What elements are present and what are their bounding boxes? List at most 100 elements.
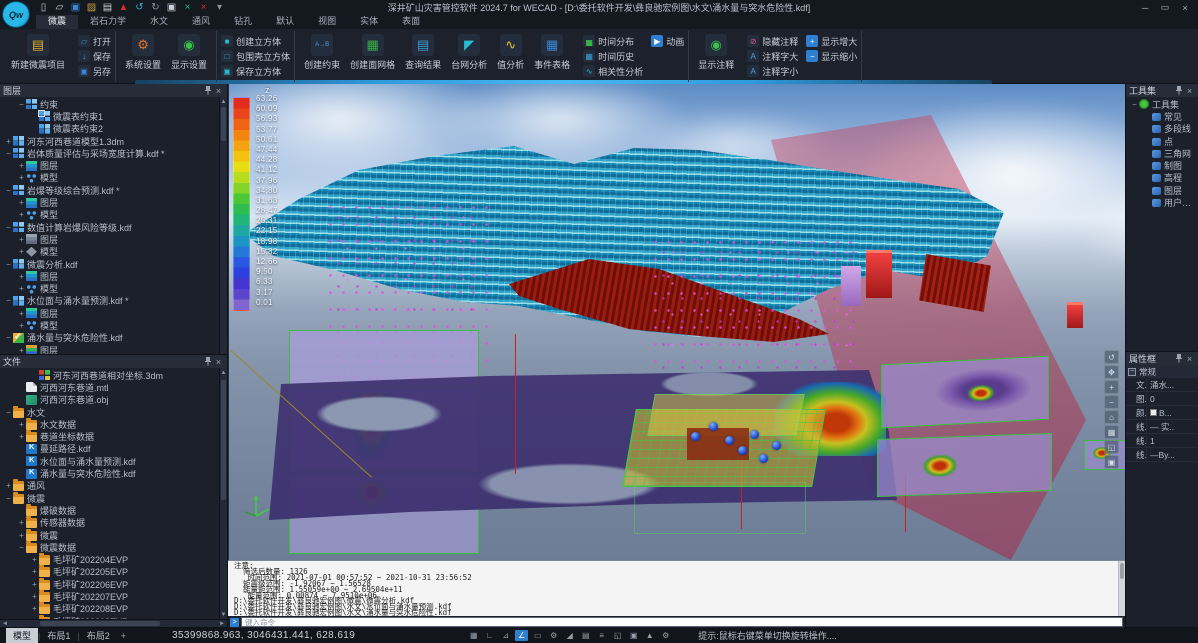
close-icon[interactable]: × xyxy=(213,356,224,367)
collapse-toggle[interactable]: − xyxy=(17,100,26,109)
expand-toggle[interactable]: + xyxy=(17,173,26,182)
close-icon[interactable]: × xyxy=(1184,85,1195,96)
zoom-extents-icon[interactable]: − xyxy=(1104,395,1119,409)
pin-icon[interactable] xyxy=(202,356,213,367)
close-icon[interactable]: × xyxy=(213,85,224,96)
expand-toggle[interactable]: + xyxy=(17,210,26,219)
layers-tree-item[interactable]: 微震表约束1 xyxy=(0,110,227,122)
properties-group-header[interactable]: − 常规 xyxy=(1126,365,1198,378)
scroll-right-icon[interactable]: ► xyxy=(217,621,227,627)
orbit-icon[interactable]: ↺ xyxy=(1104,350,1119,364)
expand-toggle[interactable]: + xyxy=(17,161,26,170)
expand-toggle[interactable]: + xyxy=(30,555,39,564)
collapse-toggle[interactable]: − xyxy=(1128,368,1136,376)
scroll-up-icon[interactable]: ▲ xyxy=(220,97,227,106)
scroll-up-icon[interactable]: ▲ xyxy=(220,368,227,377)
layers-tree-item[interactable]: 微震表约束2 xyxy=(0,123,227,135)
layers-tree-item[interactable]: +模型 xyxy=(0,282,227,294)
viewport-3d[interactable]: z 63.2660.0956.9353.7750.6147.4444.2841.… xyxy=(228,84,1125,560)
collapse-toggle[interactable]: − xyxy=(4,333,13,342)
ribbon-button-font-smaller[interactable]: A注释字小 xyxy=(747,64,798,78)
ribbon-button-show-annotation[interactable]: ◉显示注释 xyxy=(693,32,739,73)
ribbon-button-font-larger[interactable]: A注释字大 xyxy=(747,49,798,63)
add-layout-button[interactable]: + xyxy=(121,631,126,641)
close-icon[interactable]: × xyxy=(1184,353,1195,364)
ucs-icon[interactable]: ◢ xyxy=(563,630,576,641)
expand-toggle[interactable]: + xyxy=(17,531,26,540)
tab-表面[interactable]: 表面 xyxy=(390,13,432,29)
expand-toggle[interactable]: + xyxy=(17,518,26,527)
files-tree-item[interactable]: +水文数据 xyxy=(0,418,227,430)
grid-view-icon[interactable]: ▦ xyxy=(1104,425,1119,439)
ribbon-button-time-distribution[interactable]: ▅时间分布 xyxy=(583,34,643,48)
ribbon-button-open-folder[interactable]: ▱打开 xyxy=(78,34,111,48)
viewport-icon[interactable]: ▣ xyxy=(164,1,179,14)
scroll-left-icon[interactable]: ◄ xyxy=(0,621,10,627)
collapse-toggle[interactable]: − xyxy=(4,260,13,269)
pin-icon[interactable] xyxy=(1173,85,1184,96)
ribbon-button-cube-bound[interactable]: □包围壳立方体 xyxy=(221,49,290,63)
collapse-toggle[interactable]: − xyxy=(17,543,26,552)
home-view-icon[interactable]: ⌂ xyxy=(1104,410,1119,424)
layers-tree-item[interactable]: +图层 xyxy=(0,233,227,245)
files-hscrollbar[interactable]: ◄ ► xyxy=(0,619,227,627)
property-row[interactable]: 线...1 xyxy=(1126,434,1198,448)
lineweight-icon[interactable]: ≡ xyxy=(595,630,608,641)
files-scrollbar[interactable]: ▲ ▼ xyxy=(219,368,227,619)
ortho-icon[interactable]: ⊿ xyxy=(499,630,512,641)
ribbon-button-system-settings[interactable]: ⚙系统设置 xyxy=(120,32,166,73)
osnap-icon[interactable]: ▭ xyxy=(531,630,544,641)
ribbon-button-animation[interactable]: ▶动画 xyxy=(651,34,684,48)
files-tree-item[interactable]: 涌水量与突水危险性.kdf xyxy=(0,467,227,479)
section-icon[interactable]: ◱ xyxy=(1104,440,1119,454)
ribbon-button-display-enlarge[interactable]: +显示增大 xyxy=(806,34,857,48)
toolset-tree-item[interactable]: 三角网 xyxy=(1126,147,1198,159)
collapse-toggle[interactable]: − xyxy=(4,494,13,503)
expand-toggle[interactable]: + xyxy=(17,272,26,281)
layers-tree-item[interactable]: +图层 xyxy=(0,270,227,282)
expand-toggle[interactable]: + xyxy=(17,309,26,318)
pan-icon[interactable]: ✥ xyxy=(1104,365,1119,379)
toolset-tree-item[interactable]: 制图 xyxy=(1126,159,1198,171)
files-tree-item[interactable]: 蔓延路径.kdf xyxy=(0,443,227,455)
toolset-tree-item[interactable]: 点 xyxy=(1126,135,1198,147)
close-button[interactable]: × xyxy=(1176,2,1194,14)
ribbon-button-save-down[interactable]: ↓保存 xyxy=(78,49,111,63)
layers-tree-item[interactable]: +图层 xyxy=(0,307,227,319)
layers-scrollbar[interactable]: ▲ xyxy=(219,97,227,354)
files-tree-item[interactable]: 爆破数据 xyxy=(0,504,227,516)
tab-通风[interactable]: 通风 xyxy=(180,13,222,29)
layers-tree-item[interactable]: +河东河西巷道模型1.3dm xyxy=(0,135,227,147)
layout-tab-模型[interactable]: 模型 xyxy=(6,628,38,643)
minimize-button[interactable]: ─ xyxy=(1136,2,1154,14)
layers-tree-item[interactable]: +模型 xyxy=(0,319,227,331)
fullscreen-icon[interactable]: ▣ xyxy=(1104,455,1119,469)
collapse-toggle[interactable]: − xyxy=(4,223,13,232)
ribbon-button-network-analysis[interactable]: ◤台网分析 xyxy=(446,32,492,73)
property-row[interactable]: 颜...B... xyxy=(1126,406,1198,420)
zoom-window-icon[interactable]: + xyxy=(1104,380,1119,394)
files-tree-item[interactable]: −水文 xyxy=(0,406,227,418)
open-file-icon[interactable]: ▱ xyxy=(52,1,67,14)
toolset-tree-item[interactable]: 高程 xyxy=(1126,172,1198,184)
ribbon-button-value-analysis[interactable]: ∿值分析 xyxy=(492,32,529,73)
expand-toggle[interactable]: + xyxy=(17,432,26,441)
ribbon-button-new-project[interactable]: ▤新建微震项目 xyxy=(6,32,70,73)
layers-tree-item[interactable]: −约束 xyxy=(0,98,227,110)
property-row[interactable]: 图...0 xyxy=(1126,392,1198,406)
ribbon-button-constraint-ab[interactable]: A→B创建约束 xyxy=(299,32,345,73)
layout-tab-布局2[interactable]: 布局2 xyxy=(80,628,117,643)
ribbon-button-event-table[interactable]: ▦事件表格 xyxy=(529,32,575,73)
expand-toggle[interactable]: + xyxy=(30,567,39,576)
ribbon-button-time-history[interactable]: ▦时间历史 xyxy=(583,49,643,63)
layers-tree-item[interactable]: −水位面与涌水量预测.kdf * xyxy=(0,295,227,307)
expand-toggle[interactable]: + xyxy=(17,321,26,330)
expand-toggle[interactable]: + xyxy=(17,198,26,207)
ribbon-button-mesh-grid[interactable]: ▦创建面网格 xyxy=(345,32,400,73)
files-tree-item[interactable]: 水位面与涌水量预测.kdf xyxy=(0,455,227,467)
files-tree-item[interactable]: +毛坪矿202208EVP xyxy=(0,603,227,615)
files-tree-item[interactable]: 河西河东巷道.mtl xyxy=(0,381,227,393)
pin-icon[interactable] xyxy=(202,85,213,96)
ribbon-button-display-settings[interactable]: ◉显示设置 xyxy=(166,32,212,73)
annotation-icon[interactable]: ▲ xyxy=(643,630,656,641)
